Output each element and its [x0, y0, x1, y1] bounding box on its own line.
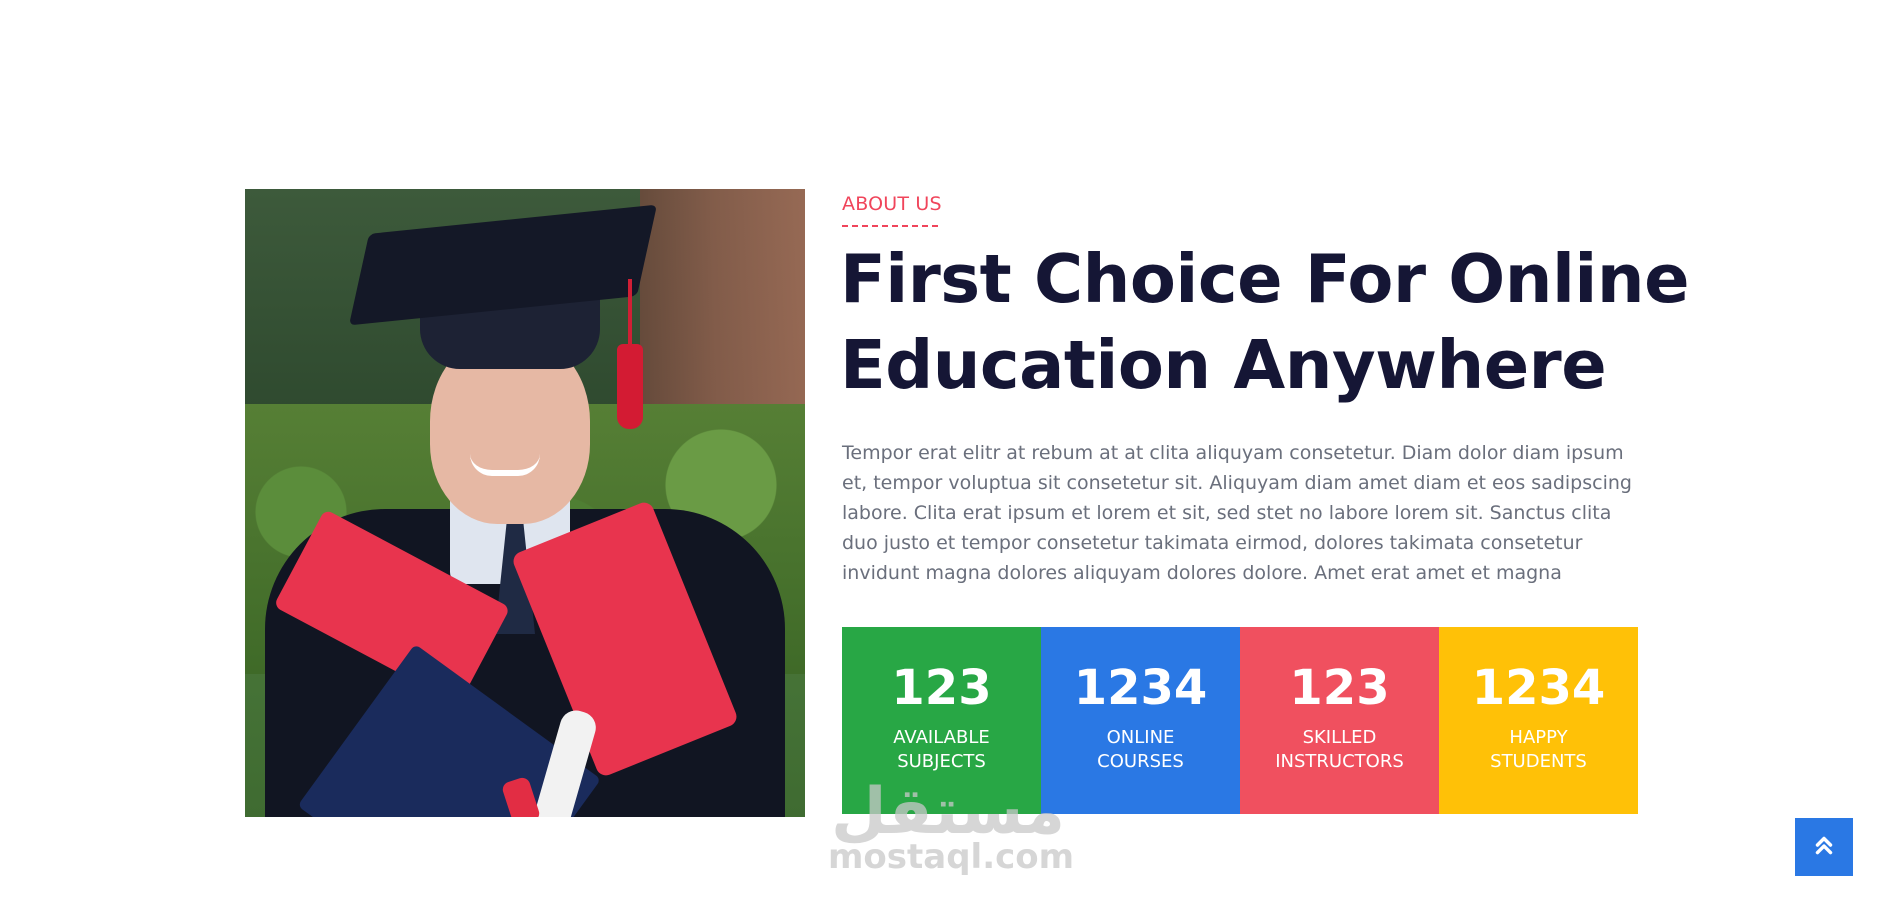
stat-value: 1234: [1471, 659, 1606, 716]
photo-smile: [470, 454, 540, 476]
watermark-arabic: مستقل: [830, 775, 1066, 849]
mostaql-watermark: مستقل mostaql.com: [828, 775, 1075, 877]
section-label: ABOUT US: [842, 193, 942, 215]
section-title: First Choice For Online Education Anywhe…: [840, 240, 1690, 404]
back-to-top-button[interactable]: [1795, 818, 1853, 876]
photo-tassel: [617, 344, 643, 429]
stat-skilled-instructors: 123 SKILLED INSTRUCTORS: [1240, 627, 1439, 814]
stat-value: 123: [1289, 659, 1390, 716]
stat-label: HAPPY STUDENTS: [1490, 726, 1587, 772]
double-chevron-up-icon: [1811, 832, 1837, 862]
photo-mortarboard: [348, 204, 658, 326]
about-section: ABOUT US First Choice For Online Educati…: [0, 0, 1881, 905]
stat-label: SKILLED INSTRUCTORS: [1275, 726, 1404, 772]
section-description: Tempor erat elitr at rebum at at clita a…: [842, 442, 1632, 584]
stat-online-courses: 1234 ONLINE COURSES: [1041, 627, 1240, 814]
watermark-latin: mostaql.com: [828, 837, 1075, 877]
stat-value: 1234: [1073, 659, 1208, 716]
graduate-photo: [245, 189, 805, 817]
stat-happy-students: 1234 HAPPY STUDENTS: [1439, 627, 1638, 814]
stat-value: 123: [891, 659, 992, 716]
stat-label: ONLINE COURSES: [1097, 726, 1184, 772]
stat-label: AVAILABLE SUBJECTS: [893, 726, 990, 772]
section-label-underline: [842, 225, 938, 227]
photo-tassel-cord: [628, 279, 632, 349]
